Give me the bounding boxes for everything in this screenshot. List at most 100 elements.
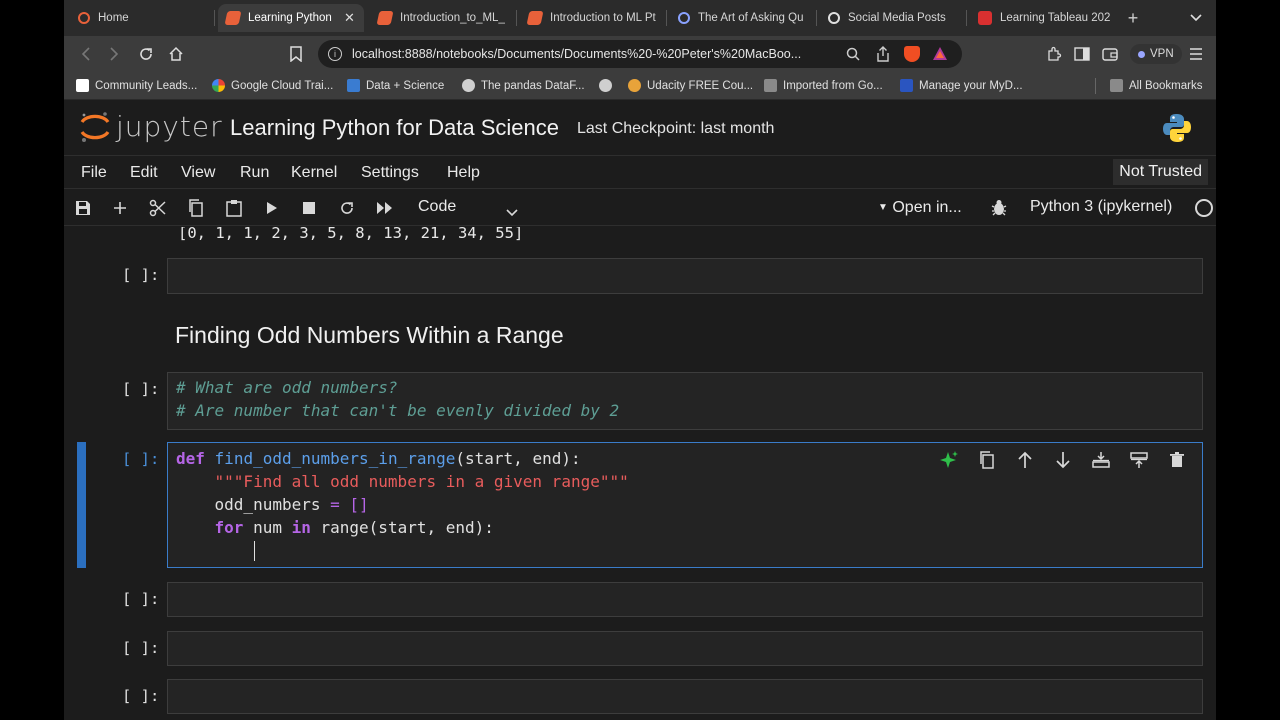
bookmark-label: Google Cloud Trai... [231,79,334,92]
tab-intro-ml[interactable]: Introduction_to_ML_ [370,4,510,32]
menu-bar: File Edit View Run Kernel Settings Help … [64,155,1216,189]
code-cell-empty[interactable] [167,679,1203,714]
menu-help[interactable]: Help [447,164,480,182]
add-cell-icon[interactable] [110,198,130,218]
insert-above-icon[interactable] [1120,449,1158,471]
cell-output: [0, 1, 1, 2, 3, 5, 8, 13, 21, 34, 55] [178,227,524,242]
move-down-icon[interactable] [1044,449,1082,471]
back-icon[interactable] [76,44,96,64]
forward-icon[interactable] [104,44,124,64]
kernel-status-icon [1195,199,1213,217]
wallet-icon[interactable] [1100,44,1120,64]
code-cell-comments[interactable]: # What are odd numbers? # Are number tha… [167,372,1203,430]
menu-settings[interactable]: Settings [361,164,419,182]
menu-file[interactable]: File [81,164,107,182]
code-cell-active[interactable]: def find_odd_numbers_in_range(start, end… [167,442,1203,568]
tab-learning-python[interactable]: Learning Python ✕ [218,4,364,32]
tab-social-media[interactable]: Social Media Posts [820,4,964,32]
paste-icon[interactable] [224,198,244,218]
jupyter-wordmark: jupyter [116,110,223,143]
bookmark-data-science[interactable]: Data + Science [347,79,444,92]
extensions-icon[interactable] [1044,44,1064,64]
sparkle-ai-icon[interactable] [930,449,968,471]
cell-code-editor[interactable]: def find_odd_numbers_in_range(start, end… [176,447,629,539]
menu-icon[interactable] [1186,44,1206,64]
brave-rewards-icon[interactable] [932,46,948,67]
cell-type-select[interactable]: Code [418,198,518,222]
notebook-title[interactable]: Learning Python for Data Science [230,115,559,141]
menu-edit[interactable]: Edit [130,164,158,182]
trust-indicator[interactable]: Not Trusted [1113,159,1208,185]
address-toolbar: i localhost:8888/notebooks/Documents/Doc… [64,36,1216,72]
bookmark-google-cloud[interactable]: Google Cloud Trai... [212,79,333,92]
move-up-icon[interactable] [1006,449,1044,471]
jupyter-favicon-icon [78,12,90,24]
bookmark-manage-myd[interactable]: Manage your MyD... [900,79,1023,92]
stop-icon[interactable] [299,198,319,218]
tab-label: Social Media Posts [848,12,946,24]
new-tab-button[interactable]: + [1123,8,1143,28]
menu-view[interactable]: View [181,164,215,182]
tab-close-icon[interactable]: ✕ [344,10,355,26]
bookmark-udacity[interactable]: Udacity FREE Cou... [628,79,753,92]
kernel-name[interactable]: Python 3 (ipykernel) [1030,198,1172,216]
bookmark-favicon-icon [900,79,913,92]
site-info-icon[interactable]: i [328,47,342,61]
notebook-panel[interactable]: [0, 1, 1, 2, 3, 5, 8, 13, 21, 34, 55] [ … [64,227,1216,720]
delete-cell-icon[interactable] [1158,449,1196,471]
bookmark-favicon-icon [462,79,475,92]
bookmark-icon[interactable] [286,44,306,64]
cell-prompt: [ ]: [122,639,160,657]
save-icon[interactable] [73,198,93,218]
open-in-button[interactable]: ▼ Open in... [878,199,962,217]
home-icon[interactable] [166,44,186,64]
code-cell-empty[interactable] [167,582,1203,617]
bookmark-label: Data + Science [366,79,445,92]
bookmark-label: The pandas DataF... [481,79,585,92]
tab-learning-tableau[interactable]: Learning Tableau 202 [970,4,1112,32]
bookmark-favicon-icon [76,79,89,92]
zoom-icon[interactable] [846,47,860,66]
tab-intro-ml-pt[interactable]: Introduction to ML Pt [520,4,660,32]
tab-art-of-asking[interactable]: The Art of Asking Qu [670,4,814,32]
bookmark-globe[interactable] [599,79,618,92]
python-logo-icon [1163,114,1191,142]
debugger-bug-icon[interactable] [989,198,1009,218]
bookmark-label: Imported from Go... [783,79,883,92]
reload-icon[interactable] [136,44,156,64]
bookmark-imported[interactable]: Imported from Go... [764,79,883,92]
bookmark-community-leads[interactable]: Community Leads... [76,79,197,92]
menu-kernel[interactable]: Kernel [291,164,337,182]
tab-bar: Home Learning Python ✕ Introduction_to_M… [64,0,1216,36]
fast-forward-icon[interactable] [375,198,395,218]
cut-icon[interactable] [148,198,168,218]
tab-label: Introduction to ML Pt [550,12,656,24]
menu-run[interactable]: Run [240,164,269,182]
jupyter-logo-icon[interactable] [80,110,110,144]
open-in-label: Open in... [892,199,962,216]
bookmark-pandas[interactable]: The pandas DataF... [462,79,585,92]
all-bookmarks[interactable]: All Bookmarks [1110,79,1203,92]
run-icon[interactable] [262,198,282,218]
url-bar[interactable]: i localhost:8888/notebooks/Documents/Doc… [318,40,962,68]
globe-favicon-icon [678,12,690,24]
vpn-label: VPN [1150,48,1174,60]
tab-home[interactable]: Home [70,4,210,32]
share-icon[interactable] [876,46,890,67]
notebook-favicon-icon [376,11,394,25]
cell-prompt: [ ]: [122,266,160,284]
sidebar-icon[interactable] [1072,44,1092,64]
cell-code: # What are odd numbers? # Are number tha… [176,376,619,422]
tab-label: Learning Tableau 202 [1000,12,1111,24]
insert-below-icon[interactable] [1082,449,1120,471]
restart-icon[interactable] [337,198,357,218]
markdown-heading[interactable]: Finding Odd Numbers Within a Range [175,322,564,349]
notebook-favicon-icon [526,11,544,25]
copy-icon[interactable] [186,198,206,218]
brave-shields-icon[interactable] [904,46,920,62]
code-cell-empty[interactable] [167,631,1203,666]
code-cell-empty[interactable] [167,258,1203,294]
tab-list-chevron-icon[interactable] [1186,8,1206,28]
duplicate-cell-icon[interactable] [968,449,1006,471]
vpn-button[interactable]: VPN [1130,44,1182,64]
